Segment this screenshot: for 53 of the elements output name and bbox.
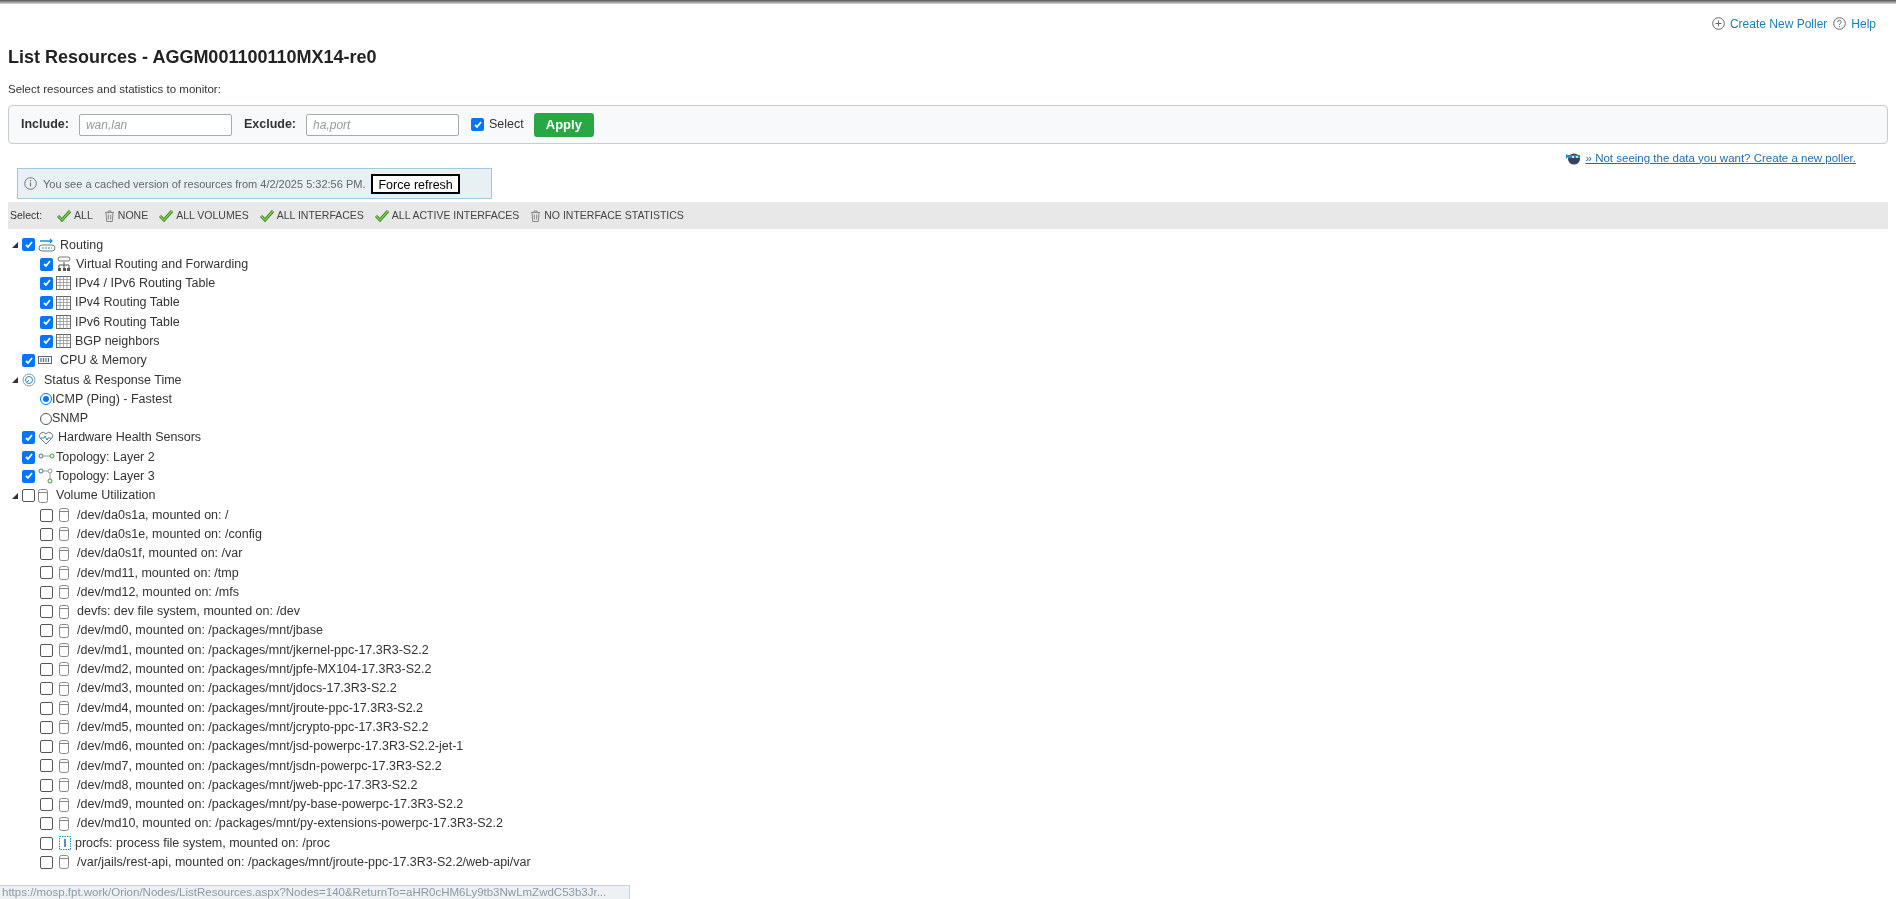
tree-item-label: /dev/md1, mounted on: /packages/mnt/jkernel-ppc-17.3R3-S2.2 xyxy=(77,641,429,659)
tree-item-label: ICMP (Ping) - Fastest xyxy=(52,390,172,408)
help-link[interactable]: Help xyxy=(1833,14,1876,33)
tree-item-label: /dev/md9, mounted on: /packages/mnt/py-base-powerpc-17.3R3-S2.2 xyxy=(77,796,464,814)
tree-item-label: Status & Response Time xyxy=(44,371,182,389)
tree-item-label: /dev/md10, mounted on: /packages/mnt/py-extensions-powerpc-17.3R3-S2.2 xyxy=(77,815,503,833)
select-action[interactable]: ALL xyxy=(57,207,93,224)
tree-item-label: Topology: Layer 3 xyxy=(56,468,155,486)
select-action[interactable]: NO INTERFACE STATISTICS xyxy=(530,207,684,224)
create-poller-link[interactable]: » Not seeing the data you want? Create a new poller. xyxy=(1585,149,1856,167)
exclude-label: Exclude: xyxy=(243,116,297,134)
tree-item-label: Hardware Health Sensors xyxy=(58,429,202,447)
tree-item-label: IPv4 / IPv6 Routing Table xyxy=(75,275,216,293)
tree-item-label: CPU & Memory xyxy=(60,352,147,370)
tree-item-label: /dev/md7, mounted on: /packages/mnt/jsdn-powerpc-17.3R3-S2.2 xyxy=(77,757,442,775)
tree-item-label: IPv6 Routing Table xyxy=(75,313,180,331)
include-field[interactable]: wan,lan xyxy=(78,113,232,136)
tree-item-label: /dev/md0, mounted on: /packages/mnt/jbase xyxy=(77,622,323,640)
tree-item-label: /dev/md8, mounted on: /packages/mnt/jweb-ppc-17.3R3-S2.2 xyxy=(77,776,418,794)
status-url: https://mosp.fpt.work/Orion/Nodes/ListResources.aspx?Nodes=140&ReturnTo=aHR0cHM6Ly9tb3NwLmZwdC53b3Jr... xyxy=(2,886,607,899)
tree-item-label: /dev/da0s1a, mounted on: / xyxy=(77,506,229,524)
tree-item-label: /dev/da0s1e, mounted on: /config xyxy=(77,525,262,543)
tree-item-label: /dev/md5, mounted on: /packages/mnt/jcrypto-ppc-17.3R3-S2.2 xyxy=(77,718,429,736)
tree-item-label: SNMP xyxy=(52,410,89,428)
tree-item-label: /dev/da0s1f, mounted on: /var xyxy=(77,545,243,563)
tree-item-label: /var/jails/rest-api, mounted on: /packages/mnt/jroute-ppc-17.3R3-S2.2/web-api/var xyxy=(77,854,531,871)
tree-item-label: Topology: Layer 2 xyxy=(56,448,155,466)
cache-notice-text: You see a cached version of resources from 4/2/2025 5:32:56 PM. xyxy=(43,176,366,192)
create-poller-link[interactable]: Create New Poller xyxy=(1711,14,1828,33)
select-bar-label: Select: xyxy=(10,207,43,223)
select-action[interactable]: NONE xyxy=(103,207,149,224)
tree-item-label: BGP neighbors xyxy=(75,333,160,350)
tree-item-label: /dev/md12, mounted on: /mfs xyxy=(77,583,239,601)
tree-item-label: Routing xyxy=(60,236,104,254)
tree-item-label: /dev/md6, mounted on: /packages/mnt/jsd-powerpc-17.3R3-S2.2-jet-1 xyxy=(77,738,464,756)
include-label: Include: xyxy=(21,116,69,134)
tree-item-label: Volume Utilization xyxy=(56,487,156,505)
tree-item-label: /dev/md3, mounted on: /packages/mnt/jdocs-17.3R3-S2.2 xyxy=(77,680,397,698)
force-refresh-button[interactable]: Force refresh xyxy=(371,173,460,194)
tree-item-label: IPv4 Routing Table xyxy=(75,294,180,312)
select-action[interactable]: ALL ACTIVE INTERFACES xyxy=(374,207,520,224)
page-title: List Resources - AGGM001100110MX14-re0 xyxy=(7,46,378,69)
exclude-field[interactable]: ha,port xyxy=(306,113,460,136)
tree-item-label: /dev/md2, mounted on: /packages/mnt/jpfe-MX104-17.3R3-S2.2 xyxy=(77,661,432,679)
select-action[interactable]: ALL VOLUMES xyxy=(159,207,249,224)
tree-item-label: /dev/md11, mounted on: /tmp xyxy=(77,564,239,582)
select-label: Select xyxy=(489,116,524,134)
tree-item-label: procfs: process file system, mounted on: /proc xyxy=(75,834,330,852)
tree-item-label: Virtual Routing and Forwarding xyxy=(76,255,249,273)
instructions-text: Select resources and statistics to monitor: xyxy=(7,82,222,97)
tree-item-label: devfs: dev file system, mounted on: /dev xyxy=(77,603,301,621)
select-action[interactable]: ALL INTERFACES xyxy=(259,207,364,224)
tree-item-label: /dev/md4, mounted on: /packages/mnt/jroute-ppc-17.3R3-S2.2 xyxy=(77,699,424,717)
